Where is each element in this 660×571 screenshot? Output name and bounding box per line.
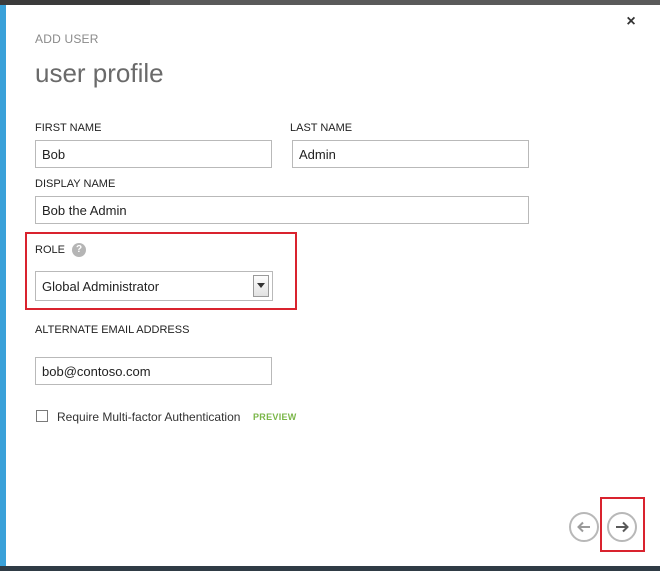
role-label: ROLE: [35, 244, 65, 256]
alternate-email-input[interactable]: [35, 357, 272, 385]
display-name-input[interactable]: [35, 196, 529, 224]
display-name-label: DISPLAY NAME: [35, 178, 116, 190]
wizard-step-label: ADD USER: [35, 32, 99, 46]
arrow-right-icon: [616, 521, 629, 533]
mfa-checkbox[interactable]: [36, 410, 48, 422]
alternate-email-label: ALTERNATE EMAIL ADDRESS: [35, 324, 190, 336]
next-button[interactable]: [607, 512, 637, 542]
role-select[interactable]: Global Administrator: [35, 271, 273, 301]
page-title: user profile: [35, 58, 164, 88]
help-icon[interactable]: ?: [72, 243, 86, 257]
close-button[interactable]: ×: [623, 14, 639, 30]
mfa-checkbox-label[interactable]: Require Multi-factor Authentication: [57, 410, 240, 424]
window-bottom-bar: [0, 566, 660, 571]
last-name-label: LAST NAME: [290, 122, 353, 134]
first-name-input[interactable]: [35, 140, 272, 168]
back-button[interactable]: [569, 512, 599, 542]
chevron-down-icon[interactable]: [253, 275, 269, 297]
first-name-label: FIRST NAME: [35, 122, 102, 134]
preview-badge: PREVIEW: [253, 412, 297, 422]
arrow-left-icon: [577, 521, 590, 533]
last-name-input[interactable]: [292, 140, 529, 168]
role-select-value: Global Administrator: [42, 279, 160, 294]
